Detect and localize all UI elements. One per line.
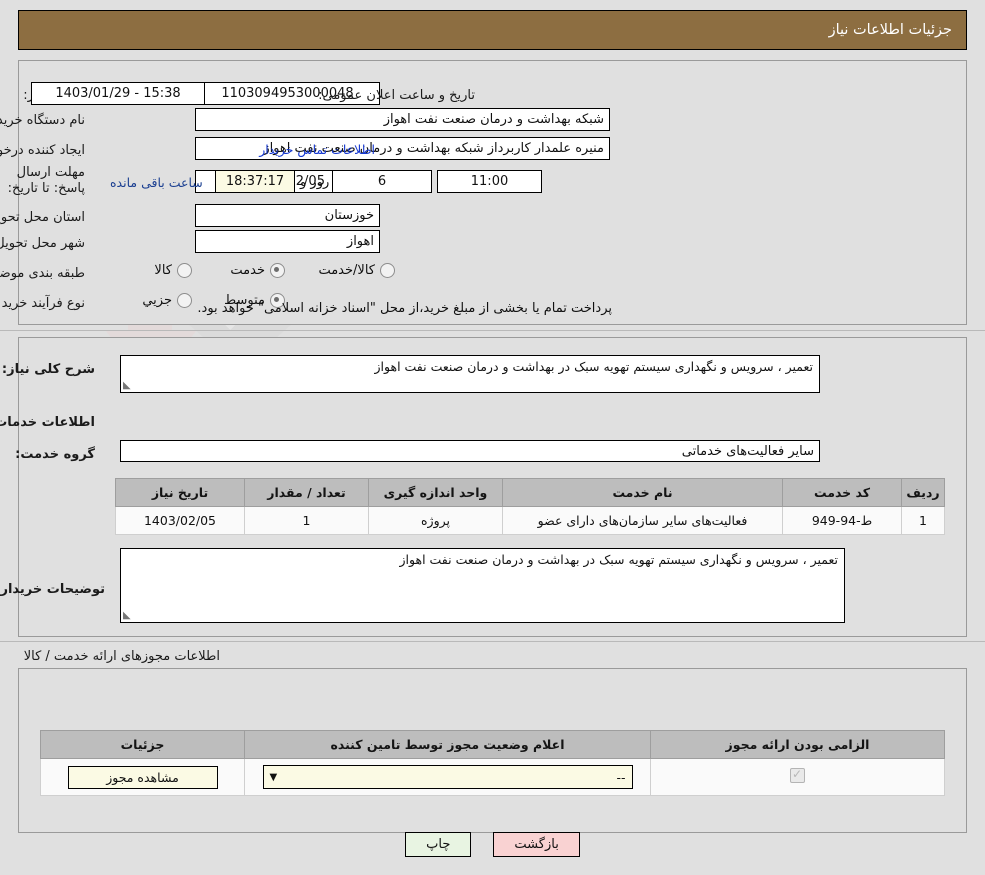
- cell-required: [651, 759, 945, 796]
- category-option-label: خدمت: [230, 263, 265, 278]
- buyer-contact-link[interactable]: اطلاعات تماس خریدار: [259, 142, 375, 157]
- table-header-row: ردیف کد خدمت نام خدمت واحد اندازه گیری ت…: [116, 479, 945, 507]
- col-header-need-date: تاریخ نیاز: [116, 479, 245, 507]
- resize-grip-icon[interactable]: ◣: [123, 611, 133, 621]
- col-header-unit: واحد اندازه گیری: [369, 479, 503, 507]
- cell-details: مشاهده مجوز: [41, 759, 245, 796]
- category-option-label: کالا/خدمت: [318, 263, 375, 278]
- city-value: اهواز: [195, 230, 380, 253]
- countdown-timer-value: 18:37:17: [215, 170, 295, 193]
- cell-name: فعالیت‌های سایر سازمان‌های دارای عضو: [503, 507, 783, 535]
- general-desc-value: تعمیر ، سرویس و نگهداری سیستم تهویه سبک …: [375, 359, 813, 374]
- permit-status-select[interactable]: ▼ --: [263, 765, 633, 789]
- resize-grip-icon[interactable]: ◣: [123, 381, 133, 391]
- days-remaining-value: 6: [332, 170, 432, 193]
- requester-value: منیره علمدار کاربرداز شبکه بهداشت و درما…: [195, 137, 610, 160]
- buyer-org-label: نام دستگاه خریدار:: [0, 113, 85, 128]
- divider: [0, 641, 985, 642]
- general-desc-textarea[interactable]: تعمیر ، سرویس و نگهداری سیستم تهویه سبک …: [120, 355, 820, 393]
- deadline-label: مهلت ارسال پاسخ: تا تاریخ:: [5, 165, 85, 197]
- buyer-org-value: شبکه بهداشت و درمان صنعت نفت اهواز: [195, 108, 610, 131]
- province-label: استان محل تحویل:: [0, 210, 85, 225]
- purchase-type-radio-jozi[interactable]: جزیي: [142, 293, 192, 308]
- requester-label: ایجاد کننده درخواست:: [0, 143, 85, 158]
- page-title-bar: جزئیات اطلاعات نیاز: [18, 10, 967, 50]
- purchase-type-label: نوع فرآیند خرید :: [0, 296, 85, 311]
- service-group-label: گروه خدمت:: [15, 447, 95, 462]
- view-permit-button[interactable]: مشاهده مجوز: [68, 766, 218, 789]
- radio-indicator-selected[interactable]: [270, 263, 285, 278]
- city-label: شهر محل تحویل:: [0, 236, 85, 251]
- category-radio-khedmat[interactable]: خدمت: [230, 263, 285, 278]
- col-header-status: اعلام وضعیت مجوز توسط تامین کننده: [245, 731, 651, 759]
- col-header-code: کد خدمت: [783, 479, 902, 507]
- cell-unit: پروژه: [369, 507, 503, 535]
- announce-datetime-label: تاریخ و ساعت اعلان عمومی:: [318, 88, 475, 103]
- col-header-name: نام خدمت: [503, 479, 783, 507]
- divider: [0, 330, 985, 331]
- cell-need-date: 1403/02/05: [116, 507, 245, 535]
- footer-actions: بازگشت چاپ: [0, 832, 985, 857]
- required-checkbox: [790, 768, 805, 783]
- col-header-row-no: ردیف: [902, 479, 945, 507]
- countdown-suffix-label: ساعت باقی مانده: [110, 175, 203, 190]
- cell-status: ▼ --: [245, 759, 651, 796]
- buyer-notes-textarea[interactable]: تعمیر ، سرویس و نگهداری سیستم تهویه سبک …: [120, 548, 845, 623]
- purchase-type-option-label: جزیي: [142, 293, 172, 308]
- category-label: طبقه بندی موضوعی:: [0, 266, 85, 281]
- col-header-required: الزامی بودن ارائه مجوز: [651, 731, 945, 759]
- radio-indicator[interactable]: [177, 293, 192, 308]
- category-radio-kala-khedmat[interactable]: کالا/خدمت: [318, 263, 395, 278]
- announce-datetime-value: 15:38 - 1403/01/29: [31, 82, 205, 105]
- general-desc-label: شرح کلی نیاز:: [2, 362, 95, 377]
- cell-row-no: 1: [902, 507, 945, 535]
- days-unit-label: روز و: [300, 175, 329, 190]
- radio-indicator[interactable]: [380, 263, 395, 278]
- services-table: ردیف کد خدمت نام خدمت واحد اندازه گیری ت…: [115, 478, 945, 535]
- col-header-details: جزئیات: [41, 731, 245, 759]
- table-row: 1 ط-94-949 فعالیت‌های سایر سازمان‌های دا…: [116, 507, 945, 535]
- service-group-value: سایر فعالیت‌های خدماتی: [120, 440, 820, 462]
- page-title: جزئیات اطلاعات نیاز: [829, 22, 966, 38]
- back-button[interactable]: بازگشت: [493, 832, 579, 857]
- chevron-down-icon[interactable]: ▼: [270, 772, 278, 783]
- province-value: خوزستان: [195, 204, 380, 227]
- page-root: AnaTender.net جزئیات اطلاعات نیاز شماره …: [0, 0, 985, 875]
- category-radio-kala[interactable]: کالا: [154, 263, 192, 278]
- table-header-row: الزامی بودن ارائه مجوز اعلام وضعیت مجوز …: [41, 731, 945, 759]
- buyer-notes-value: تعمیر ، سرویس و نگهداری سیستم تهویه سبک …: [400, 552, 838, 567]
- table-row: ▼ -- مشاهده مجوز: [41, 759, 945, 796]
- deadline-time-value: 11:00: [437, 170, 542, 193]
- category-option-label: کالا: [154, 263, 172, 278]
- print-button[interactable]: چاپ: [405, 832, 471, 857]
- cell-code: ط-94-949: [783, 507, 902, 535]
- permits-table: الزامی بودن ارائه مجوز اعلام وضعیت مجوز …: [40, 730, 945, 796]
- col-header-quantity: تعداد / مقدار: [245, 479, 369, 507]
- payment-note: پرداخت تمام یا بخشی از مبلغ خرید،از محل …: [197, 301, 612, 316]
- permits-section-title: اطلاعات مجوزهای ارائه خدمت / کالا: [24, 649, 220, 664]
- buyer-notes-label: توضیحات خریدار:: [0, 582, 105, 597]
- services-info-title: اطلاعات خدمات مورد نیاز: [0, 415, 95, 430]
- permit-status-value: --: [277, 770, 625, 785]
- cell-quantity: 1: [245, 507, 369, 535]
- radio-indicator[interactable]: [177, 263, 192, 278]
